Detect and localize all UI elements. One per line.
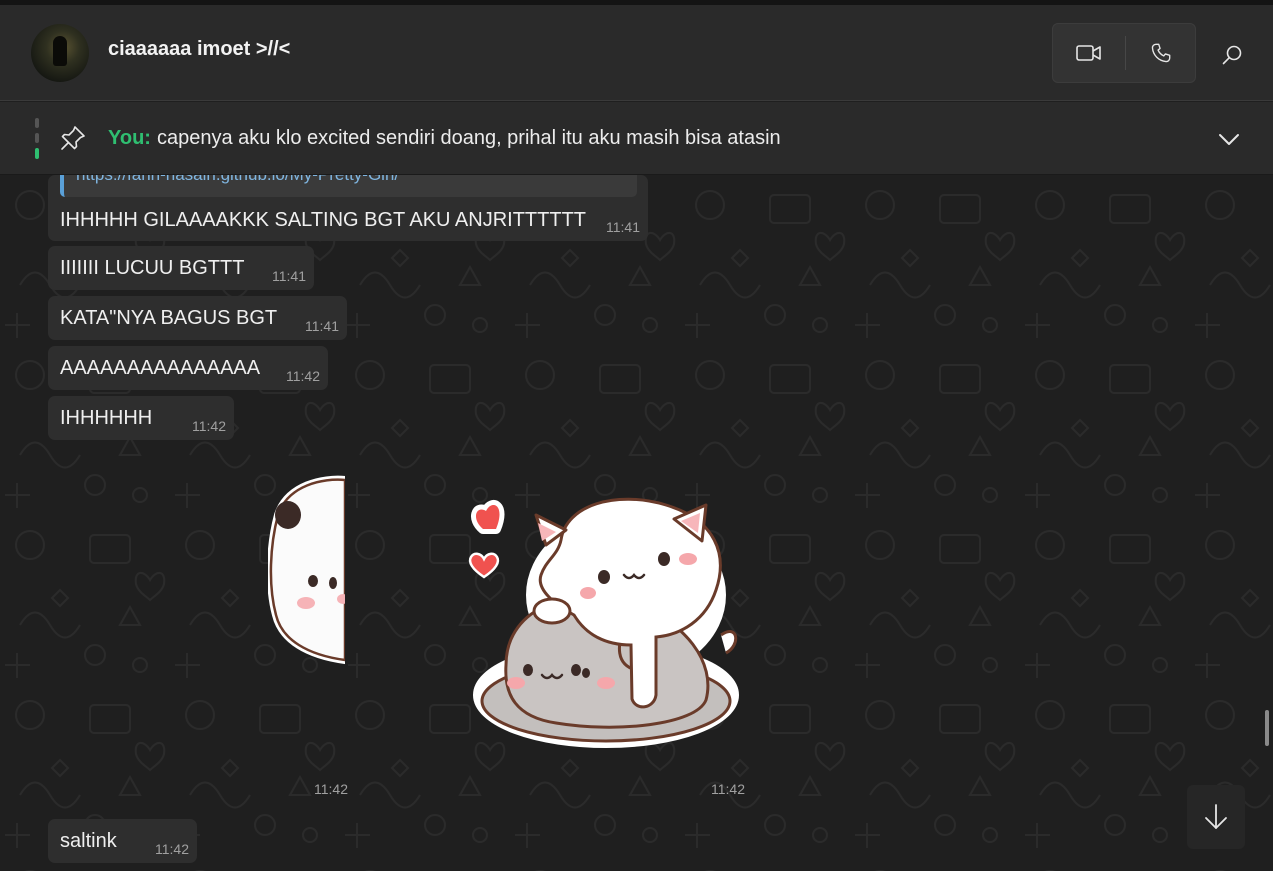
pinned-sender: You: [108,127,151,149]
pin-indicator [35,118,39,128]
call-button-group [1052,23,1196,83]
message-time: 11:42 [286,368,320,384]
cats-cuddling-sticker[interactable] [466,495,756,755]
arrow-down-icon [1205,804,1227,829]
message-text: IHHHHH GILAAAAKKK SALTING BGT AKU ANJRIT… [60,209,587,231]
voice-call-icon [1151,43,1171,63]
message-text: IHHHHHH [60,407,153,429]
message-time: 11:41 [606,219,640,235]
message-text: saltink [60,830,117,852]
video-call-button[interactable] [1053,24,1125,82]
message-text: KATA"NYA BAGUS BGT [60,307,278,329]
scrollbar-thumb[interactable] [1265,710,1269,746]
search-icon [1222,45,1242,65]
message-text: IIIIIII LUCUU BGTTT [60,257,245,279]
message-bubble[interactable]: KATA"NYA BAGUS BGT 11:41 [48,296,347,340]
message-time: 11:41 [272,268,306,284]
link-url[interactable]: https://fahri-hasain.github.io/My-Pretty… [76,175,399,185]
sticker-time: 11:42 [314,781,348,797]
peeking-panda-sticker[interactable] [268,475,348,671]
link-preview[interactable]: https://fahri-hasain.github.io/My-Pretty… [60,175,637,197]
heart-icon [468,552,500,579]
message-bubble[interactable]: IIIIIII LUCUU BGTTT 11:41 [48,246,314,290]
pinned-message-bar[interactable]: You: capenya aku klo excited sendiri doan… [0,102,1273,175]
message-area[interactable]: https://fahri-hasain.github.io/My-Pretty… [0,175,1273,871]
scroll-to-bottom-button[interactable] [1187,785,1245,849]
video-call-icon [1076,45,1101,61]
message-bubble[interactable]: https://fahri-hasain.github.io/My-Pretty… [48,175,648,241]
pin-indicator-active [35,148,39,159]
message-bubble[interactable]: saltink 11:42 [48,819,197,863]
message-bubble[interactable]: IHHHHHH 11:42 [48,396,234,440]
voice-call-button[interactable] [1126,24,1196,82]
message-time: 11:42 [192,418,226,434]
message-time: 11:41 [305,318,339,334]
chevron-down-icon[interactable] [1214,124,1244,154]
pinned-content: capenya aku klo excited sendiri doang, p… [156,127,781,149]
message-text: AAAAAAAAAAAAAAA [60,357,261,379]
sticker-time: 11:42 [711,781,745,797]
chat-header: ciaaaaaa imoet >//< [0,5,1273,101]
pin-indicator [35,133,39,143]
contact-name[interactable]: ciaaaaaa imoet >//< [108,38,290,61]
pinned-message-text: You: capenya aku klo excited sendiri doan… [108,127,781,150]
contact-avatar[interactable] [31,24,89,82]
search-button[interactable] [1208,35,1256,75]
pin-icon [61,126,85,150]
message-time: 11:42 [155,841,189,857]
message-bubble[interactable]: AAAAAAAAAAAAAAA 11:42 [48,346,328,390]
